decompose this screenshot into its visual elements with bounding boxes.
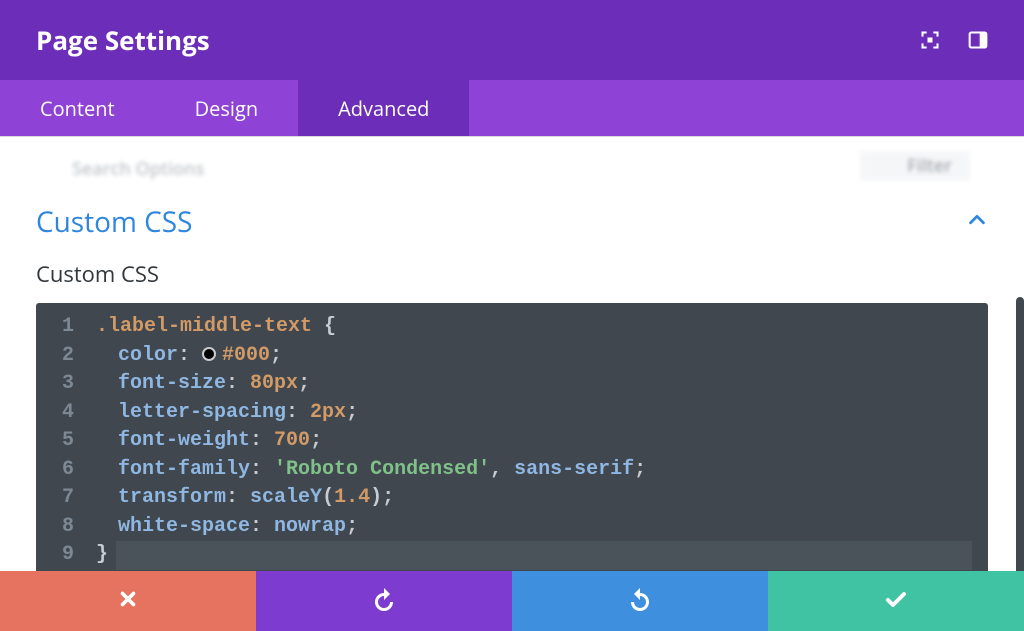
line-number: 7: [52, 484, 74, 513]
search-options-label: Search Options: [72, 157, 204, 181]
code-line[interactable]: 2color: #000;: [36, 342, 988, 371]
content-area: Search Options Filter Custom CSS Custom …: [0, 137, 1024, 572]
code-content: font-weight: 700;: [74, 427, 322, 456]
code-content: .label-middle-text {: [74, 313, 336, 342]
code-line[interactable]: 7transform: scaleY(1.4);: [36, 484, 988, 513]
code-content: font-size: 80px;: [74, 370, 310, 399]
header-actions: [920, 30, 988, 50]
line-number: 1: [52, 313, 74, 342]
code-line[interactable]: 5font-weight: 700;: [36, 427, 988, 456]
css-code-editor[interactable]: 1.label-middle-text {2color: #000;3font-…: [36, 303, 988, 572]
page-settings-header: Page Settings: [0, 0, 1024, 80]
undo-button[interactable]: [256, 571, 512, 631]
code-content: transform: scaleY(1.4);: [74, 484, 394, 513]
code-content: letter-spacing: 2px;: [74, 399, 358, 428]
close-icon: [117, 588, 139, 615]
code-line[interactable]: 6font-family: 'Roboto Condensed', sans-s…: [36, 456, 988, 485]
panel-toggle-icon[interactable]: [968, 30, 988, 50]
code-line[interactable]: 4letter-spacing: 2px;: [36, 399, 988, 428]
line-number: 9: [52, 541, 74, 570]
color-swatch-icon: [202, 347, 216, 361]
redo-icon: [628, 587, 652, 616]
line-number: 2: [52, 342, 74, 371]
code-content: color: #000;: [74, 342, 282, 371]
code-content: }: [74, 541, 108, 570]
redo-button[interactable]: [512, 571, 768, 631]
filter-chip[interactable]: Filter: [860, 151, 970, 181]
line-number: 8: [52, 513, 74, 542]
footer-actions: [0, 571, 1024, 631]
fullscreen-icon[interactable]: [920, 30, 940, 50]
page-title: Page Settings: [36, 22, 920, 58]
section-title: Custom CSS: [36, 203, 193, 241]
section-header[interactable]: Custom CSS: [36, 181, 988, 259]
save-button[interactable]: [768, 571, 1024, 631]
tab-content[interactable]: Content: [0, 80, 155, 136]
code-line[interactable]: 1.label-middle-text {: [36, 313, 988, 342]
line-number: 3: [52, 370, 74, 399]
chevron-up-icon[interactable]: [966, 209, 988, 236]
cancel-button[interactable]: [0, 571, 256, 631]
code-content: white-space: nowrap;: [74, 513, 358, 542]
line-number: 5: [52, 427, 74, 456]
code-line[interactable]: 9}: [36, 541, 988, 570]
scrollbar[interactable]: [1016, 297, 1024, 572]
line-number: 4: [52, 399, 74, 428]
tab-design[interactable]: Design: [155, 80, 298, 136]
field-label: Custom CSS: [36, 259, 988, 289]
line-number: 6: [52, 456, 74, 485]
tab-advanced[interactable]: Advanced: [298, 80, 469, 136]
code-line[interactable]: 3font-size: 80px;: [36, 370, 988, 399]
code-line[interactable]: 8white-space: nowrap;: [36, 513, 988, 542]
search-options-row: Search Options Filter: [36, 157, 988, 181]
undo-icon: [372, 587, 396, 616]
check-icon: [884, 587, 908, 616]
tab-bar: Content Design Advanced: [0, 80, 1024, 136]
code-content: font-family: 'Roboto Condensed', sans-se…: [74, 456, 646, 485]
